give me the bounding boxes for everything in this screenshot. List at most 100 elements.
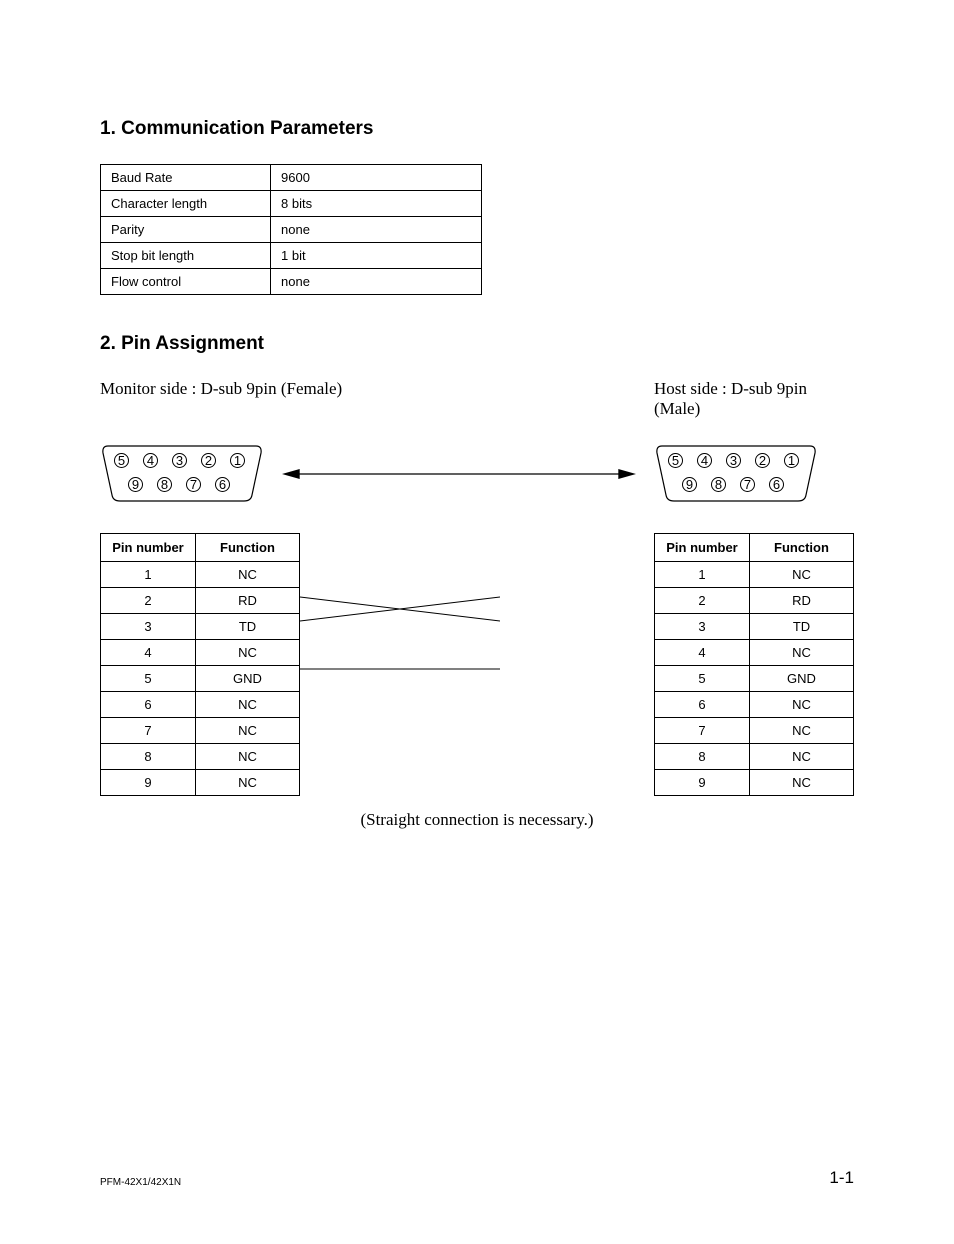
pin-number-cell: 8	[655, 744, 750, 770]
host-bottom-pins: 9876	[682, 477, 784, 492]
pin-number-cell: 4	[101, 640, 196, 666]
pin-number-cell: 5	[101, 666, 196, 692]
side-labels-row: Monitor side : D-sub 9pin (Female) Host …	[100, 379, 854, 441]
pin-number-cell: 2	[655, 588, 750, 614]
host-pin-table: Pin number Function 1NC2RD3TD4NC5GND6NC7…	[654, 533, 854, 796]
table-row: 3TD	[655, 614, 854, 640]
pin-label: 6	[769, 477, 784, 492]
table-header-pin: Pin number	[655, 534, 750, 562]
param-row: Flow controlnone	[101, 269, 482, 295]
pin-number-cell: 9	[655, 770, 750, 796]
pin-label: 9	[682, 477, 697, 492]
pin-label: 9	[128, 477, 143, 492]
pin-number-cell: 3	[101, 614, 196, 640]
table-row: 4NC	[101, 640, 300, 666]
pin-label: 8	[711, 477, 726, 492]
pin-function-cell: NC	[196, 744, 300, 770]
param-value: none	[271, 269, 482, 295]
pin-label: 1	[230, 453, 245, 468]
pin-label: 5	[114, 453, 129, 468]
pin-function-cell: NC	[750, 692, 854, 718]
pin-label: 2	[755, 453, 770, 468]
param-row: Paritynone	[101, 217, 482, 243]
param-value: none	[271, 217, 482, 243]
pin-function-cell: NC	[750, 718, 854, 744]
param-label: Stop bit length	[101, 243, 271, 269]
pin-function-cell: NC	[196, 770, 300, 796]
pin-tables-row: Pin number Function 1NC2RD3TD4NC5GND6NC7…	[100, 533, 854, 796]
table-header-pin: Pin number	[101, 534, 196, 562]
table-row: 7NC	[655, 718, 854, 744]
pin-label: 2	[201, 453, 216, 468]
table-row: 9NC	[655, 770, 854, 796]
monitor-bottom-pins: 9876	[128, 477, 230, 492]
pin-number-cell: 3	[655, 614, 750, 640]
pin-function-cell: NC	[750, 640, 854, 666]
pin-number-cell: 7	[101, 718, 196, 744]
table-row: 1NC	[101, 562, 300, 588]
host-side-label: Host side : D-sub 9pin (Male)	[654, 379, 854, 419]
pin-number-cell: 9	[101, 770, 196, 796]
table-row: 3TD	[101, 614, 300, 640]
pin-function-cell: NC	[750, 562, 854, 588]
table-row: 6NC	[101, 692, 300, 718]
pin-function-cell: RD	[196, 588, 300, 614]
pin-label: 4	[143, 453, 158, 468]
pin-label: 7	[740, 477, 755, 492]
pin-label: 7	[186, 477, 201, 492]
pin-function-cell: GND	[750, 666, 854, 692]
param-row: Stop bit length1 bit	[101, 243, 482, 269]
pin-number-cell: 8	[101, 744, 196, 770]
pin-number-cell: 6	[655, 692, 750, 718]
pin-function-cell: NC	[196, 718, 300, 744]
table-row: 9NC	[101, 770, 300, 796]
param-value: 9600	[271, 165, 482, 191]
param-label: Baud Rate	[101, 165, 271, 191]
table-row: 6NC	[655, 692, 854, 718]
monitor-top-pins: 54321	[114, 453, 245, 468]
pin-number-cell: 2	[101, 588, 196, 614]
pin-number-cell: 1	[655, 562, 750, 588]
pin-label: 3	[726, 453, 741, 468]
param-label: Flow control	[101, 269, 271, 295]
pin-number-cell: 5	[655, 666, 750, 692]
param-row: Baud Rate9600	[101, 165, 482, 191]
connector-diagram-row: 54321 9876 54321 9876	[100, 443, 854, 505]
table-row: 5GND	[101, 666, 300, 692]
pin-number-cell: 1	[101, 562, 196, 588]
pin-function-cell: GND	[196, 666, 300, 692]
section-1-title: 1. Communication Parameters	[100, 118, 854, 140]
connection-arrow	[264, 468, 654, 480]
monitor-pin-table: Pin number Function 1NC2RD3TD4NC5GND6NC7…	[100, 533, 300, 796]
table-row: 7NC	[101, 718, 300, 744]
table-row: 8NC	[655, 744, 854, 770]
page-footer: PFM-42X1/42X1N 1-1	[100, 1168, 854, 1188]
pin-function-cell: NC	[196, 640, 300, 666]
pin-function-cell: RD	[750, 588, 854, 614]
table-row: 4NC	[655, 640, 854, 666]
host-top-pins: 54321	[668, 453, 799, 468]
pin-label: 6	[215, 477, 230, 492]
section-pin-assignment: 2. Pin Assignment Monitor side : D-sub 9…	[100, 333, 854, 830]
table-header-func: Function	[196, 534, 300, 562]
connection-note: (Straight connection is necessary.)	[100, 810, 854, 830]
pin-function-cell: NC	[196, 692, 300, 718]
footer-model: PFM-42X1/42X1N	[100, 1177, 181, 1188]
table-row: 8NC	[101, 744, 300, 770]
pin-label: 1	[784, 453, 799, 468]
pin-function-cell: TD	[750, 614, 854, 640]
pin-label: 5	[668, 453, 683, 468]
param-label: Character length	[101, 191, 271, 217]
param-value: 1 bit	[271, 243, 482, 269]
pin-function-cell: NC	[196, 562, 300, 588]
param-row: Character length8 bits	[101, 191, 482, 217]
table-row: 1NC	[655, 562, 854, 588]
footer-page-number: 1-1	[829, 1168, 854, 1188]
pin-label: 4	[697, 453, 712, 468]
section-2-title: 2. Pin Assignment	[100, 333, 854, 355]
table-header-func: Function	[750, 534, 854, 562]
table-row: 2RD	[655, 588, 854, 614]
pin-label: 3	[172, 453, 187, 468]
pin-number-cell: 4	[655, 640, 750, 666]
param-table: Baud Rate9600Character length8 bitsParit…	[100, 164, 482, 295]
